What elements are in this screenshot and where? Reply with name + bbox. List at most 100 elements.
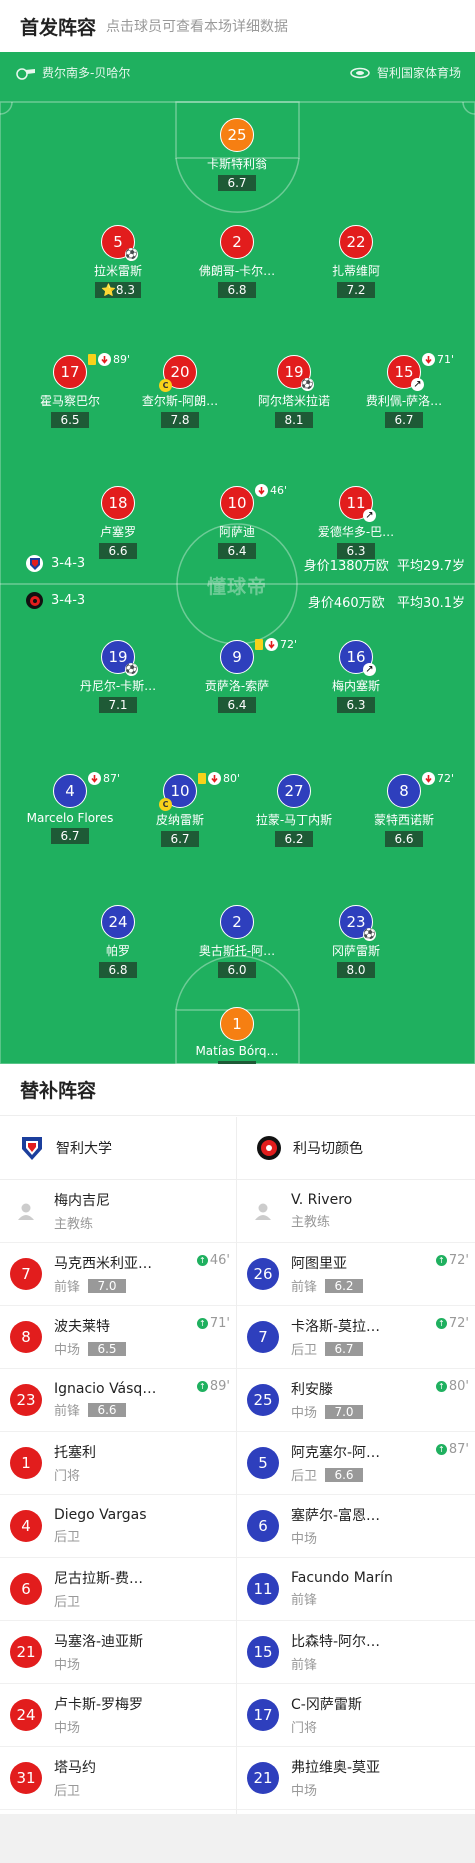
player-marker[interactable]: 18 卢塞罗 6.6 [58, 486, 178, 559]
sub-player-row[interactable]: 17 C-冈萨雷斯 门将 [237, 1684, 475, 1747]
sub-player-row[interactable]: 6 尼古拉斯-费… 后卫 [0, 1558, 236, 1621]
sub-in-minute: ↑ 72' [435, 1316, 469, 1331]
sub-number: 17 [247, 1699, 279, 1731]
sub-position: 中场 [54, 1654, 143, 1673]
page-title: 首发阵容 [20, 16, 97, 39]
home-subs: 智利大学 梅内吉尼 主教练 7 马克西米利亚… 前锋 7.0 ↑ 46' 8 波夫莱特 中场 6.5… [0, 1117, 237, 1814]
away-stats: 身价460万欧 平均30.1岁 [307, 596, 465, 611]
player-number: 8 [387, 774, 421, 808]
player-events: 71' [422, 353, 454, 366]
sub-number: 4 [10, 1510, 42, 1542]
sub-player-row[interactable]: 7 马克西米利亚… 前锋 7.0 ↑ 46' [0, 1243, 236, 1306]
player-name: 卢塞罗 [99, 525, 136, 539]
position-label: 后卫 [54, 1530, 81, 1545]
rating-value: 7.2 [346, 283, 366, 297]
sub-player-row[interactable]: 5 阿克塞尔-阿… 后卫 6.6 ↑ 87' [237, 1432, 475, 1495]
player-name: 费利佩-萨洛… [365, 394, 443, 408]
sub-in-icon: ↑ [435, 1381, 447, 1392]
sub-player-row[interactable]: 25 利安滕 中场 7.0 ↑ 80' [237, 1369, 475, 1432]
away-team-logo-icon [26, 592, 43, 609]
sub-position: 后卫 6.6 [291, 1465, 380, 1484]
player-marker[interactable]: 10 C 80' 皮纳雷斯 6.7 [120, 772, 240, 847]
player-marker[interactable]: 4 87' Marcelo Flores 6.7 [10, 772, 130, 844]
minute-value: 89' [209, 1379, 230, 1394]
sub-player-row[interactable]: 21 弗拉维奥-莫亚 中场 [237, 1747, 475, 1810]
rating-value: 6.0 [227, 963, 247, 977]
player-rating: 6.4 [218, 543, 256, 559]
player-rating: 6.7 [218, 175, 256, 191]
player-marker[interactable]: 9 72' 贡萨洛-索萨 6.4 [177, 638, 297, 713]
player-marker[interactable]: 19 ⚽ 阿尔塔米拉诺 8.1 [234, 355, 354, 428]
player-marker[interactable]: 19 ⚽ 丹尼尔-卡斯… 7.1 [58, 640, 178, 713]
sub-player-row[interactable]: 15 比森特-阿尔… 前锋 [237, 1621, 475, 1684]
minute-value: 72' [448, 1316, 469, 1331]
sub-player-row[interactable]: 11 Facundo Marín 前锋 [237, 1558, 475, 1621]
sub-player-row[interactable]: 24 卢卡斯-罗梅罗 中场 [0, 1684, 236, 1747]
coach-row[interactable]: V. Rivero 主教练 [237, 1180, 475, 1243]
player-name: Matías Bórq… [195, 1044, 279, 1058]
sub-number: 6 [247, 1510, 279, 1542]
player-number: 27 [277, 774, 311, 808]
yellow-card-icon [198, 773, 206, 784]
team-header-away[interactable]: 利马切颜色 [237, 1117, 475, 1180]
sub-rating: 6.2 [325, 1278, 364, 1293]
team-header-home[interactable]: 智利大学 [0, 1117, 236, 1180]
player-events: 46' [255, 484, 287, 497]
star-icon: ⭐ [100, 283, 116, 297]
sub-position: 中场 [54, 1717, 143, 1736]
sub-player-row[interactable]: 26 阿图里亚 前锋 6.2 ↑ 72' [237, 1243, 475, 1306]
subs-columns: 智利大学 梅内吉尼 主教练 7 马克西米利亚… 前锋 7.0 ↑ 46' 8 波夫莱特 中场 6.5… [0, 1117, 475, 1814]
sub-number: 15 [247, 1636, 279, 1668]
sub-number: 31 [10, 1762, 42, 1794]
assist-boot-icon: ↗ [411, 378, 424, 391]
sub-number: 5 [247, 1447, 279, 1479]
position-label: 前锋 [291, 1658, 318, 1673]
player-marker[interactable]: 2 奥古斯托-阿… 6.0 [177, 905, 297, 978]
rating-value: 6.7 [227, 176, 247, 190]
sub-player-row[interactable]: 31 塔马约 后卫 [0, 1747, 236, 1810]
sub-player-row[interactable]: 1 托塞利 门将 [0, 1432, 236, 1495]
sub-player-row[interactable]: 21 马塞洛-迪亚斯 中场 [0, 1621, 236, 1684]
minute-value: 46' [209, 1253, 230, 1268]
player-marker[interactable]: 15 ↗ 71' 费利佩-萨洛… 6.7 [344, 353, 464, 428]
rating-value: 7.8 [170, 413, 190, 427]
sub-in-minute: ↑ 71' [196, 1316, 230, 1331]
rating-value: 6.7 [170, 832, 190, 846]
player-name: 查尔斯-阿朗… [141, 394, 219, 408]
sub-player-row[interactable]: 4 Diego Vargas 后卫 [0, 1495, 236, 1558]
player-marker[interactable]: 27 拉蒙-马丁内斯 6.2 [234, 774, 354, 847]
sub-in-minute: ↑ 46' [196, 1253, 230, 1268]
sub-position: 门将 [54, 1465, 96, 1484]
player-rating: 6.3 [337, 697, 375, 713]
player-marker[interactable]: 17 89' 霍马察巴尔 6.5 [10, 353, 130, 428]
coach-row[interactable]: 梅内吉尼 主教练 [0, 1180, 236, 1243]
sub-player-row[interactable]: 8 波夫莱特 中场 6.5 ↑ 71' [0, 1306, 236, 1369]
player-marker[interactable]: 25 卡斯特利翁 6.7 [177, 118, 297, 191]
subs-title: 替补阵容 [0, 1064, 475, 1116]
player-marker[interactable]: 1Matías Bórq…6.8 [177, 1007, 297, 1064]
player-marker[interactable]: 2 佛朗哥-卡尔… 6.8 [177, 225, 297, 298]
page-header: 首发阵容 点击球员可查看本场详细数据 [0, 0, 475, 52]
sub-player-row[interactable]: 23 Ignacio Vásq… 前锋 6.6 ↑ 89' [0, 1369, 236, 1432]
sub-player-row[interactable]: 6 塞萨尔-富恩… 中场 [237, 1495, 475, 1558]
player-marker[interactable]: 8 72' 蒙特西诺斯 6.6 [344, 772, 464, 847]
player-marker[interactable]: 5 ⚽ 拉米雷斯 ⭐8.3 [58, 225, 178, 298]
player-marker[interactable]: 24 帕罗 6.8 [58, 905, 178, 978]
sub-player-row[interactable]: 7 卡洛斯-莫拉… 后卫 6.7 ↑ 72' [237, 1306, 475, 1369]
player-marker[interactable]: 11 ↗ 爱德华多-巴… 6.3 [296, 486, 416, 559]
player-marker[interactable]: 20 C 查尔斯-阿朗… 7.8 [120, 355, 240, 428]
player-marker[interactable]: 22 扎蒂维阿 7.2 [296, 225, 416, 298]
sub-number: 26 [247, 1258, 279, 1290]
sub-number: 11 [247, 1573, 279, 1605]
sub-name: 卢卡斯-罗梅罗 [54, 1697, 144, 1713]
player-marker[interactable]: 10 46' 阿萨迪 6.4 [177, 484, 297, 559]
player-rating: 6.7 [51, 828, 89, 844]
sub-name: C-冈萨雷斯 [291, 1697, 362, 1713]
player-name: 阿尔塔米拉诺 [257, 394, 330, 408]
sub-rating: 6.7 [325, 1341, 364, 1356]
player-marker[interactable]: 16 ↗ 梅内塞斯 6.3 [296, 640, 416, 713]
player-marker[interactable]: 23 ⚽ 冈萨雷斯 8.0 [296, 905, 416, 978]
sub-name: 弗拉维奥-莫亚 [291, 1760, 381, 1776]
position-label: 门将 [291, 1721, 318, 1736]
sub-rating: 7.0 [88, 1278, 127, 1293]
